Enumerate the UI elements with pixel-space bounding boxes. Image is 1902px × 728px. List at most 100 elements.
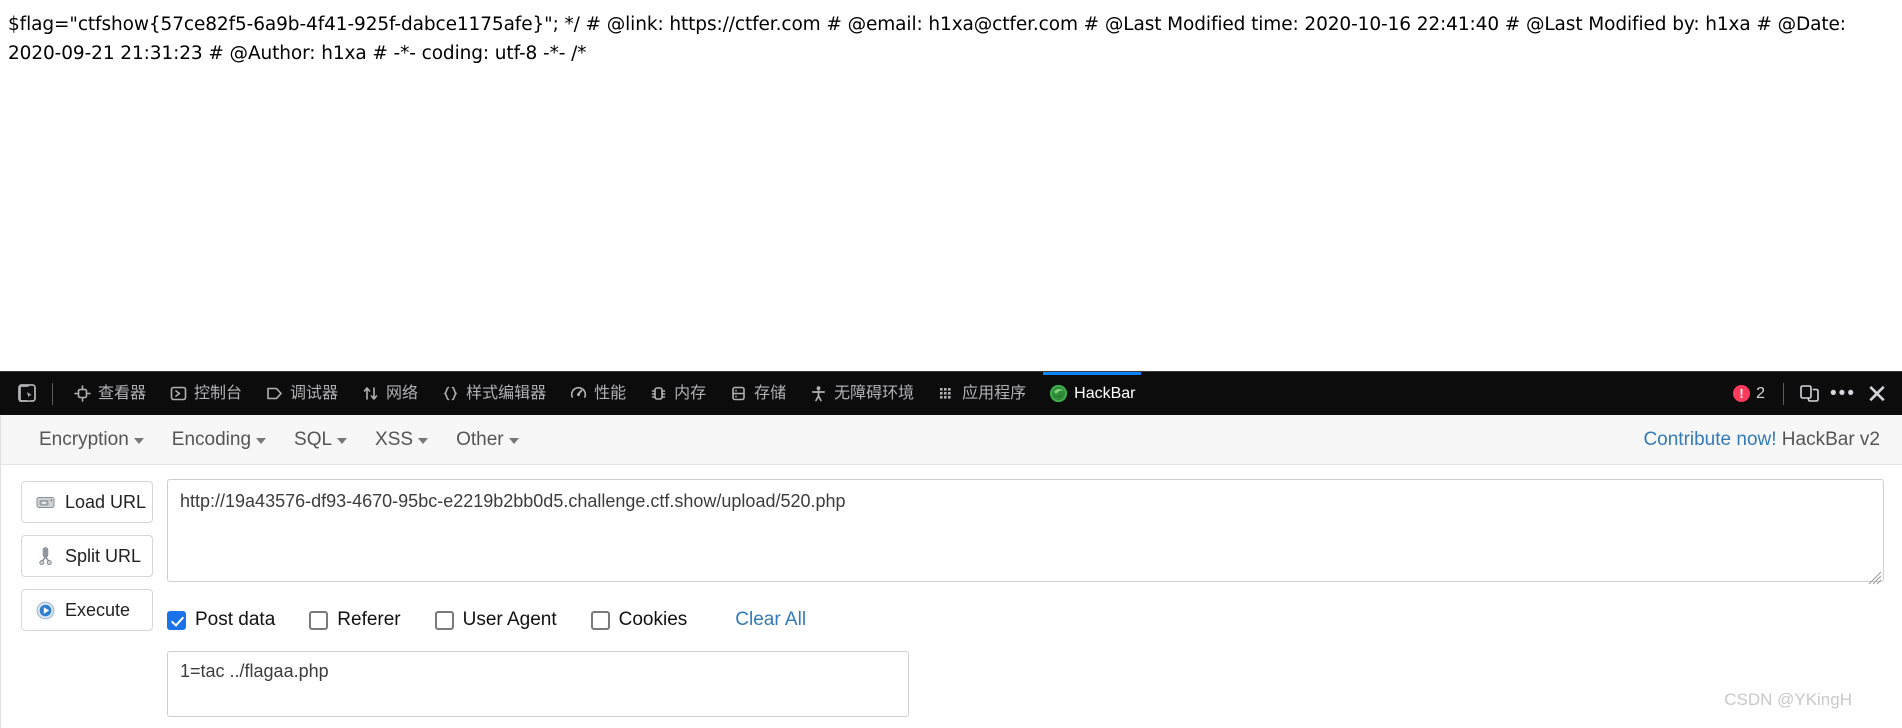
close-icon: ✕ — [1866, 378, 1888, 409]
network-icon — [360, 384, 380, 404]
tab-storage[interactable]: 存储 — [717, 372, 797, 416]
checkbox-box[interactable] — [434, 610, 454, 630]
checkbox-label: Referer — [337, 609, 401, 630]
hackbar-firefox-icon — [1048, 384, 1068, 404]
tab-debugger[interactable]: 调试器 — [253, 372, 349, 416]
toolbar-divider — [52, 382, 53, 405]
menu-xss[interactable]: XSS — [361, 423, 442, 457]
error-count-label: 2 — [1756, 384, 1765, 402]
contribute-area: Contribute now! HackBar v2 — [1643, 429, 1886, 451]
url-input[interactable] — [167, 479, 1884, 582]
button-label: Execute — [65, 599, 131, 620]
menu-encryption[interactable]: Encryption — [25, 423, 158, 457]
csdn-watermark: CSDN @YKingH — [1724, 690, 1852, 709]
inspector-icon — [72, 384, 92, 404]
storage-icon — [728, 384, 748, 404]
tab-label: 存储 — [754, 384, 787, 402]
tab-label: 网络 — [386, 384, 419, 402]
menu-label: Encoding — [171, 428, 252, 450]
accessibility-icon — [808, 384, 828, 404]
checkbox-box[interactable] — [590, 610, 610, 630]
style-editor-icon — [440, 384, 460, 404]
hackbar-version-label: HackBar v2 — [1781, 428, 1880, 450]
tab-label: HackBar — [1074, 384, 1136, 402]
error-count-badge[interactable]: ! 2 — [1723, 385, 1775, 403]
devtools-toolbar: 查看器 控制台 调试器 网络 样式编辑器 性能 内存 存储 无障碍环境 应用程序… — [0, 371, 1902, 415]
tab-memory[interactable]: 内存 — [637, 372, 717, 416]
tab-label: 性能 — [594, 384, 627, 402]
load-url-button[interactable]: Load URL — [21, 481, 153, 523]
post-data-input[interactable] — [167, 651, 909, 717]
clear-all-button[interactable]: Clear All — [735, 609, 806, 631]
menu-label: SQL — [294, 428, 333, 450]
menu-label: Encryption — [39, 428, 129, 450]
hackbar-main-column: Post data Referer User Agent Cookies Cle… — [167, 479, 1884, 717]
debugger-icon — [264, 384, 284, 404]
menu-sql[interactable]: SQL — [280, 423, 361, 457]
tab-label: 控制台 — [194, 384, 243, 402]
hackbar-panel: Encryption Encoding SQL XSS Other Contri… — [0, 415, 1902, 728]
tab-performance[interactable]: 性能 — [557, 372, 637, 416]
performance-icon — [568, 384, 588, 404]
execute-button[interactable]: Execute — [21, 589, 153, 631]
responsive-design-mode-button[interactable] — [1792, 378, 1826, 410]
tab-console[interactable]: 控制台 — [157, 372, 253, 416]
tab-application[interactable]: 应用程序 — [925, 372, 1037, 416]
tab-label: 内存 — [674, 384, 707, 402]
tab-label: 无障碍环境 — [834, 384, 915, 402]
chevron-down-icon — [133, 438, 144, 444]
checkbox-user-agent[interactable]: User Agent — [434, 609, 557, 631]
devtools-tab-list: 查看器 控制台 调试器 网络 样式编辑器 性能 内存 存储 无障碍环境 应用程序… — [61, 371, 1723, 416]
toolbar-divider-right — [1783, 382, 1784, 405]
chevron-down-icon — [337, 438, 348, 444]
button-label: Split URL — [65, 545, 142, 566]
checkbox-label: User Agent — [462, 609, 557, 630]
hackbar-side-buttons: Load URL Split URL Execute — [21, 479, 153, 717]
menu-label: Other — [456, 428, 504, 450]
error-icon: ! — [1733, 385, 1751, 402]
responsive-design-mode-icon — [1799, 385, 1819, 402]
tab-network[interactable]: 网络 — [349, 372, 429, 416]
devtools-toolbar-actions: ! 2 ••• ✕ — [1723, 378, 1896, 410]
tab-accessibility[interactable]: 无障碍环境 — [797, 372, 925, 416]
element-picker-icon — [17, 384, 36, 402]
checkbox-label: Cookies — [618, 609, 688, 630]
load-url-disk-icon — [34, 491, 56, 513]
page-content-area: $flag="ctfshow{57ce82f5-6a9b-4f41-925f-d… — [0, 0, 1902, 371]
close-devtools-button[interactable]: ✕ — [1860, 378, 1894, 410]
checkbox-referer[interactable]: Referer — [309, 609, 401, 631]
menu-label: XSS — [375, 428, 414, 450]
execute-play-icon — [34, 599, 56, 621]
hackbar-options-row: Post data Referer User Agent Cookies Cle… — [167, 605, 1884, 635]
memory-icon — [648, 384, 668, 404]
url-field-wrapper — [167, 479, 1884, 587]
menu-encoding[interactable]: Encoding — [158, 423, 280, 457]
tab-label: 调试器 — [290, 384, 339, 402]
checkbox-cookies[interactable]: Cookies — [590, 609, 688, 631]
hackbar-body: Load URL Split URL Execute http://19a435… — [1, 465, 1902, 717]
more-options-button[interactable]: ••• — [1826, 378, 1860, 410]
application-icon — [936, 384, 956, 404]
tab-style-editor[interactable]: 样式编辑器 — [429, 372, 557, 416]
chevron-down-icon — [256, 438, 267, 444]
menu-other[interactable]: Other — [442, 423, 533, 457]
tab-label: 应用程序 — [962, 384, 1027, 402]
button-label: Load URL — [65, 491, 147, 512]
split-url-icon — [34, 545, 56, 567]
checkbox-box[interactable] — [167, 610, 186, 630]
element-picker-button[interactable] — [10, 379, 44, 409]
php-source-output: $flag="ctfshow{57ce82f5-6a9b-4f41-925f-d… — [8, 14, 1846, 64]
checkbox-post-data[interactable]: Post data — [167, 609, 275, 631]
checkbox-box[interactable] — [309, 610, 329, 630]
split-url-button[interactable]: Split URL — [21, 535, 153, 577]
console-icon — [168, 384, 188, 404]
tab-label: 查看器 — [98, 384, 147, 402]
chevron-down-icon — [418, 438, 429, 444]
tab-inspector[interactable]: 查看器 — [61, 372, 157, 416]
checkbox-label: Post data — [195, 609, 276, 630]
tab-label: 样式编辑器 — [466, 384, 547, 402]
tab-hackbar[interactable]: HackBar — [1037, 371, 1146, 416]
chevron-down-icon — [508, 438, 519, 444]
hackbar-menubar: Encryption Encoding SQL XSS Other Contri… — [1, 415, 1902, 465]
contribute-link[interactable]: Contribute now! — [1643, 429, 1776, 450]
